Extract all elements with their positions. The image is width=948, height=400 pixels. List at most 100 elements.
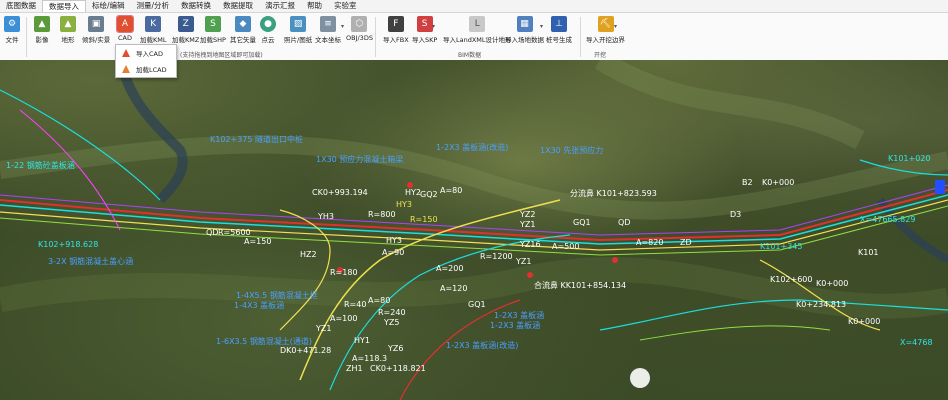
other-vector-button[interactable]: ◆ 其它矢量 — [230, 16, 256, 44]
tab-data-convert[interactable]: 数据转换 — [175, 0, 217, 12]
map-label: A=118.3 — [352, 354, 388, 363]
map-label: HY2 — [405, 188, 421, 197]
cad-icon: A — [116, 15, 134, 33]
skp-dropdown-icon[interactable]: ▾ — [432, 23, 435, 30]
tab-data-import[interactable]: 数据导入 — [42, 0, 86, 12]
map-label: YZ1 — [516, 257, 532, 266]
import-landxml-button[interactable]: L 导入LandXML设计地形 — [443, 16, 512, 44]
map-label: R=1200 — [480, 252, 513, 261]
kml-icon: K — [145, 16, 162, 32]
map-label: HY3 — [396, 200, 412, 209]
map-label: YZ5 — [384, 318, 400, 327]
map-label: A=150 — [244, 237, 272, 246]
map-label: YZ1 — [316, 324, 332, 333]
map-label: YZ6 — [388, 344, 404, 353]
tab-lab[interactable]: 实验室 — [328, 0, 363, 12]
map-label: K0+234.813 — [796, 300, 847, 309]
landxml-icon: L — [469, 16, 486, 32]
import-skp-button[interactable]: S 导入SKP — [412, 16, 437, 44]
map-label: B2 — [742, 178, 753, 187]
file-button[interactable]: ⚙ 文件 — [4, 16, 20, 44]
skp-icon: S — [416, 16, 433, 32]
tab-plot-edit[interactable]: 标绘/编辑 — [86, 0, 131, 12]
import-cad-item[interactable]: 导入CAD — [116, 45, 176, 61]
obj-icon: ⬡ — [351, 16, 368, 32]
map-label: ZD — [680, 238, 692, 247]
map-label: 1-4X5.5 钢筋混凝土框 — [236, 291, 318, 300]
terrain-button[interactable]: ▲ 地形 — [60, 16, 76, 44]
map-label: K102+375 隧道出口中桩 — [210, 135, 304, 144]
excavation-icon: ⛏ — [597, 16, 614, 32]
map-label: 3-2X 钢筋混凝土盖心涵 — [48, 257, 134, 266]
map-label: A=100 — [330, 314, 358, 323]
map-label: K101+345 — [760, 242, 803, 251]
pile-gen-button[interactable]: ⊥ 桩号生成 — [546, 16, 572, 44]
import-site-button[interactable]: ▦ 导入场地数据 — [505, 16, 544, 44]
text-coord-button[interactable]: ≡ 文本坐标 — [315, 16, 341, 44]
tab-presentation[interactable]: 演示汇报 — [259, 0, 301, 12]
terrain-icon: ▲ — [60, 16, 76, 32]
load-kmz-button[interactable]: Z 加载KMZ — [172, 16, 199, 44]
map-label: 1X30 预应力混凝土箱梁 — [316, 155, 404, 164]
image-button[interactable]: ▲ 影像 — [34, 16, 50, 44]
tab-base-data[interactable]: 底图数据 — [0, 0, 42, 12]
map-label: 1X30 先张预应力 — [540, 146, 604, 155]
map-label: A=120 — [440, 284, 468, 293]
map-label: R=40 — [344, 300, 367, 309]
map-label: QD — [206, 228, 219, 237]
tab-measure-analysis[interactable]: 测量/分析 — [131, 0, 176, 12]
map-label: CK0+993.194 — [312, 188, 368, 197]
map-label: R=150 — [410, 215, 438, 224]
map-label: GQ2 — [420, 190, 438, 199]
map-label: K0+000 — [816, 279, 849, 288]
map-label: K102+918.628 — [38, 240, 99, 249]
obj-3ds-button[interactable]: ⬡ OBJ/3DS — [346, 16, 373, 42]
map-label: X=47665.829 — [860, 215, 916, 224]
map-label: HZ2 — [300, 250, 317, 259]
load-kml-button[interactable]: K 加载KML — [140, 16, 167, 44]
tab-help[interactable]: 帮助 — [301, 0, 328, 12]
import-fbx-button[interactable]: F 导入FBX — [383, 16, 409, 44]
file-icon: ⚙ — [4, 16, 20, 32]
map-label: 1-2X3 盖板涵 — [490, 321, 541, 330]
point-cloud-button[interactable]: ● 点云 — [260, 16, 276, 44]
map-label: GQ1 — [573, 218, 591, 227]
load-shp-button[interactable]: S 加载SHP — [200, 16, 226, 44]
map-label: HY3 — [386, 236, 402, 245]
map-label: R=240 — [378, 308, 406, 317]
import-excavation-button[interactable]: ⛏ 导入开挖边界 — [586, 16, 625, 44]
pile-icon: ⊥ — [551, 16, 567, 32]
tab-data-extract[interactable]: 数据提取 — [217, 0, 259, 12]
map-label: 1-2X3 盖板涵(改造) — [436, 143, 509, 152]
shp-icon: S — [204, 16, 221, 32]
map-label: CK0+118.821 — [370, 364, 426, 373]
cad-button[interactable]: A CAD — [116, 15, 134, 42]
kmz-icon: Z — [177, 16, 194, 32]
site-icon: ▦ — [516, 16, 533, 32]
map-label: ZH1 — [346, 364, 363, 373]
map-label: A=80 — [440, 186, 463, 195]
map-label: YZ16 — [520, 240, 541, 249]
excavation-dropdown-icon[interactable]: ▾ — [614, 23, 617, 30]
text-coord-dropdown-icon[interactable]: ▾ — [341, 23, 344, 30]
map-label: HY1 — [354, 336, 370, 345]
separator — [580, 17, 581, 57]
photo-video-button[interactable]: ▨ 照片/图纸 — [284, 16, 312, 44]
map-label: A=820 — [636, 238, 664, 247]
map-label: 1-22 钢筋砼盖板涵 — [6, 161, 75, 170]
map-label: 合流鼻 KK101+854.134 — [534, 281, 627, 290]
site-dropdown-icon[interactable]: ▾ — [540, 23, 543, 30]
map-label: A=90 — [382, 248, 405, 257]
image-icon: ▲ — [34, 16, 50, 32]
map-label: GQ1 — [468, 300, 486, 309]
map-label: DK0+471.28 — [280, 346, 332, 355]
map-label: 1-4X3 盖板涵 — [234, 301, 285, 310]
load-cad-item[interactable]: 加载LCAD — [116, 61, 176, 77]
separator — [26, 17, 27, 57]
cad-dropdown-menu: 导入CAD 加载LCAD — [115, 44, 177, 78]
text-coord-icon: ≡ — [320, 16, 336, 32]
tilt-button[interactable]: ▣ 倾斜/实景 — [82, 16, 110, 44]
vector-icon: ◆ — [235, 16, 251, 32]
group-label-bim: BIM数据 — [458, 52, 482, 59]
separator — [375, 17, 376, 57]
